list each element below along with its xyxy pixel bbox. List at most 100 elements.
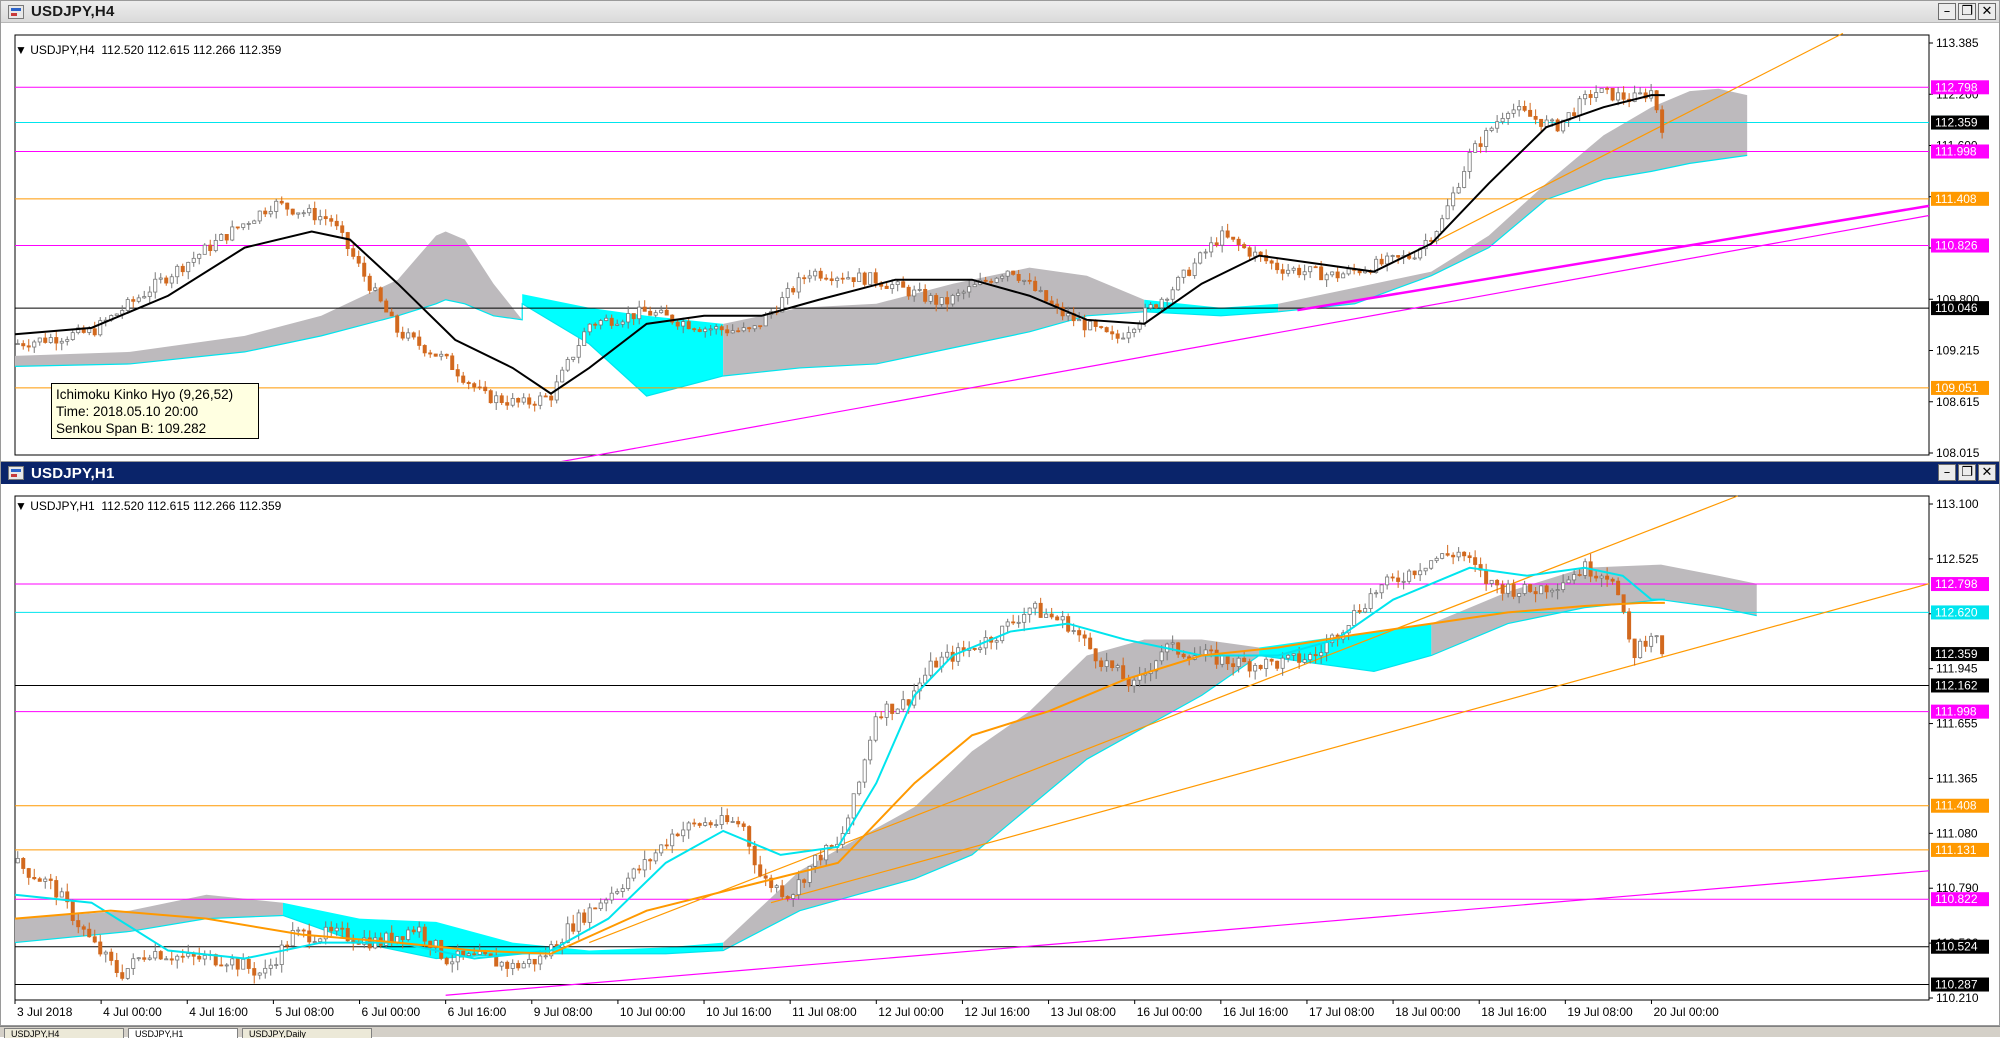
candle <box>125 968 130 980</box>
candle-body <box>1231 663 1236 668</box>
candle-body <box>70 332 75 340</box>
candle-body <box>1489 127 1494 131</box>
candle-body <box>318 216 323 221</box>
candle-body <box>1104 327 1109 333</box>
x-tick-label: 9 Jul 08:00 <box>534 1005 593 1019</box>
minimize-icon[interactable]: – <box>1938 3 1956 20</box>
candle-body <box>1286 654 1291 659</box>
candle-body <box>1099 326 1104 328</box>
tab-usdjpy-h1[interactable]: USDJPY,H1 <box>128 1028 238 1038</box>
candle-body <box>323 216 328 220</box>
candle-body <box>532 958 537 965</box>
candle-body <box>1093 320 1098 327</box>
candle-body <box>1000 275 1005 279</box>
candle <box>862 271 867 287</box>
candle-body <box>307 207 312 214</box>
level-label-text: 111.408 <box>1935 799 1977 813</box>
candle-body <box>664 844 669 847</box>
close-icon[interactable]: ✕ <box>1978 464 1996 481</box>
candle-body <box>1610 578 1615 582</box>
candle-body <box>362 262 367 277</box>
candle-body <box>1104 660 1109 667</box>
candle-body <box>1038 602 1043 618</box>
candle-body <box>1093 648 1098 662</box>
symbol-ohlc-h4: USDJPY,H4 112.520 112.615 112.266 112.35… <box>30 43 282 57</box>
candle-body <box>15 343 20 345</box>
candle-body <box>54 337 59 344</box>
candle-body <box>1324 642 1329 654</box>
level-label-text: 112.798 <box>1935 577 1978 591</box>
candle-body <box>224 964 229 967</box>
candle-body <box>494 955 499 967</box>
close-icon[interactable]: ✕ <box>1978 3 1996 20</box>
candlestick-chart-h4[interactable]: 113.385112.200111.600111.000110.400109.8… <box>1 23 2000 462</box>
current-price-label: 112.359 <box>1931 647 1989 662</box>
candle-body <box>1187 269 1192 276</box>
candle-body <box>1198 252 1203 264</box>
candle-body <box>285 944 290 947</box>
candle-body <box>862 272 867 285</box>
candle-body <box>1341 273 1346 279</box>
tab-usdjpy-daily[interactable]: USDJPY,Daily <box>242 1028 372 1038</box>
candle-body <box>1363 608 1368 613</box>
candle-body <box>664 309 669 316</box>
candle-body <box>1440 553 1445 559</box>
candle-body <box>1379 258 1384 265</box>
x-tick-label: 19 Jul 08:00 <box>1567 1005 1633 1019</box>
dropdown-triangle-icon[interactable]: ▼ <box>15 43 30 57</box>
candle-body <box>752 325 757 330</box>
candle-body <box>890 284 895 289</box>
candle-body <box>824 277 829 280</box>
window-titlebar-h4[interactable]: USDJPY,H4 – ❐ ✕ <box>1 1 1999 23</box>
candle-body <box>1214 649 1219 665</box>
candle-body <box>197 253 202 259</box>
candle-body <box>37 337 42 343</box>
candle-body <box>1077 319 1082 322</box>
chart-window-h4[interactable]: USDJPY,H4 – ❐ ✕ 113.385112.200111.600111… <box>0 0 2000 462</box>
x-tick-label: 17 Jul 08:00 <box>1309 1005 1375 1019</box>
candle-body <box>697 329 702 332</box>
candle-body <box>1308 266 1313 273</box>
candle-body <box>268 964 273 969</box>
x-tick-label: 18 Jul 16:00 <box>1481 1005 1547 1019</box>
candle-body <box>791 894 796 899</box>
candle-body <box>329 218 334 222</box>
level-label-110.524: 110.524 <box>1931 939 1989 954</box>
chart-window-h1[interactable]: USDJPY,H1 – ❐ ✕ 113.100112.525112.235111… <box>0 461 2000 1026</box>
y-tick-label: 111.655 <box>1936 717 1978 731</box>
candlestick-chart-h1[interactable]: 113.100112.525112.235111.945111.655111.3… <box>1 484 2000 1026</box>
candle-body <box>1522 584 1527 594</box>
chart-window-icon <box>8 4 24 19</box>
level-label-112.798: 112.798 <box>1931 577 1989 592</box>
candle <box>1176 275 1181 291</box>
candle-body <box>1643 640 1648 647</box>
candle-body <box>340 927 345 930</box>
candle-body <box>1423 567 1428 572</box>
restore-icon[interactable]: ❐ <box>1958 464 1976 481</box>
restore-icon[interactable]: ❐ <box>1958 3 1976 20</box>
candle-body <box>26 345 31 348</box>
window-titlebar-h1[interactable]: USDJPY,H1 – ❐ ✕ <box>1 462 1999 484</box>
candle-body <box>1550 119 1555 122</box>
candle-body <box>1489 579 1494 584</box>
minimize-icon[interactable]: – <box>1938 464 1956 481</box>
tab-usdjpy-h4[interactable]: USDJPY,H4 <box>4 1028 124 1038</box>
y-tick-label: 111.945 <box>1936 662 1978 676</box>
level-label-text: 110.822 <box>1935 892 1978 906</box>
candle-body <box>1220 655 1225 665</box>
dropdown-triangle-icon[interactable]: ▼ <box>15 499 30 513</box>
candle <box>114 313 119 316</box>
x-tick-label: 12 Jul 00:00 <box>878 1005 944 1019</box>
candle-body <box>912 289 917 297</box>
candle-body <box>296 929 301 932</box>
candle-body <box>626 877 631 889</box>
x-axis: 3 Jul 2018 4 Jul 00:00 4 Jul 16:00 5 Jul 08… <box>14 1000 1719 1019</box>
candle-body <box>1484 130 1489 147</box>
candle-body <box>241 223 246 228</box>
candle-body <box>1159 651 1164 662</box>
candle-body <box>1297 653 1302 663</box>
candle-body <box>692 328 697 331</box>
candle-body <box>351 248 356 257</box>
candle-body <box>516 962 521 969</box>
candle-body <box>153 951 158 959</box>
